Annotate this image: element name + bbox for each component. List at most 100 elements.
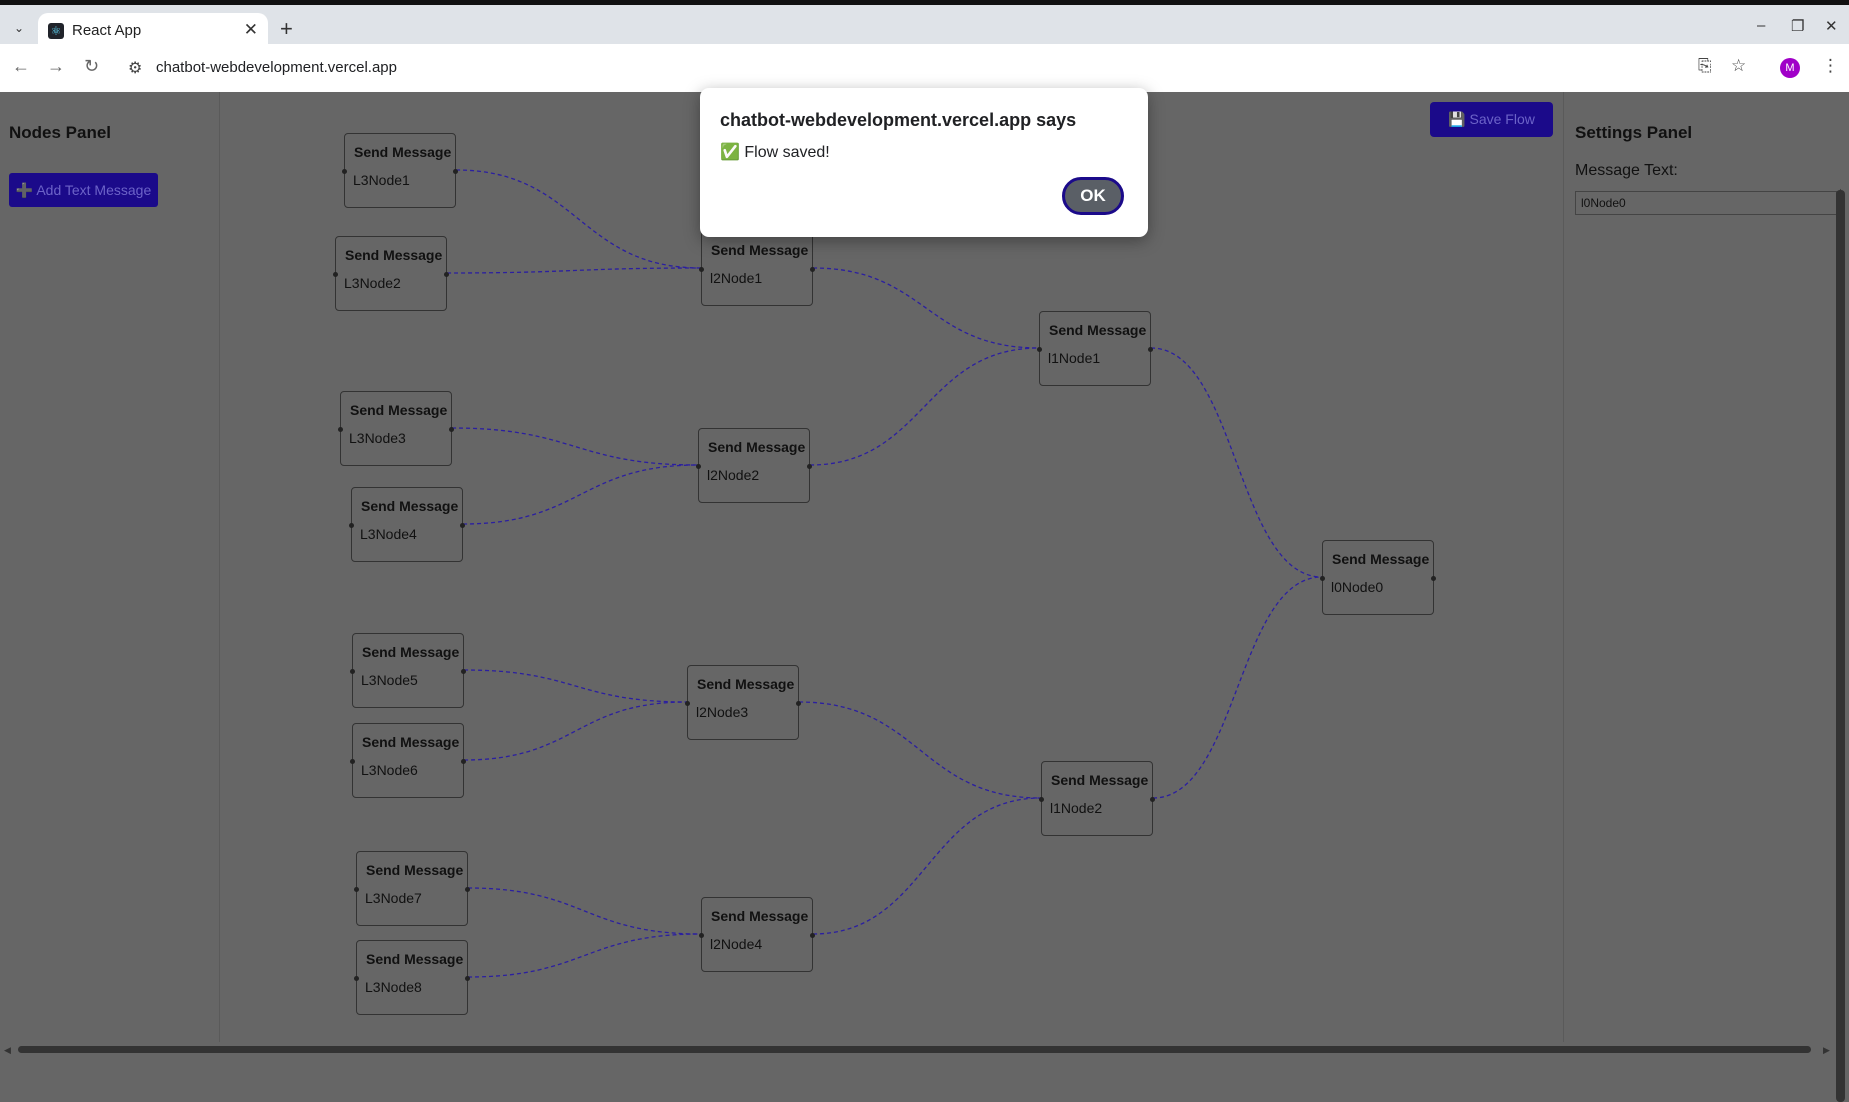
install-app-icon[interactable]: ⎘ (1698, 56, 1712, 76)
flow-node[interactable]: Send Message L3Node1 (342, 133, 458, 208)
target-handle[interactable] (350, 759, 355, 764)
minimize-icon[interactable]: – (1757, 17, 1765, 34)
node-text: l1Node1 (1048, 350, 1101, 366)
source-handle[interactable] (796, 701, 801, 706)
reload-icon[interactable]: ↻ (84, 56, 99, 77)
target-handle[interactable] (699, 933, 704, 938)
target-handle[interactable] (354, 976, 359, 981)
target-handle[interactable] (699, 267, 704, 272)
flow-edge (798, 701, 1042, 799)
node-text: l2Node3 (696, 704, 749, 720)
horizontal-scrollbar[interactable] (18, 1046, 1811, 1053)
flow-node[interactable]: Send Message l0Node0 (1320, 540, 1436, 615)
flow-node[interactable]: Send Message L3Node5 (350, 633, 466, 708)
source-handle[interactable] (461, 669, 466, 674)
scroll-up-arrow[interactable]: ▲ (1836, 186, 1845, 196)
flow-node[interactable]: Send Message L3Node7 (354, 851, 470, 926)
source-handle[interactable] (807, 464, 812, 469)
flow-node[interactable]: Send Message L3Node2 (333, 236, 449, 311)
source-handle[interactable] (465, 976, 470, 981)
node-text: L3Node4 (360, 526, 417, 542)
target-handle[interactable] (1037, 347, 1042, 352)
node-title: Send Message (366, 862, 464, 878)
flow-node[interactable]: Send Message l2Node3 (685, 665, 801, 740)
browser-menu-icon[interactable]: ⋮ (1822, 56, 1839, 76)
source-handle[interactable] (461, 759, 466, 764)
target-handle[interactable] (342, 169, 347, 174)
flow-edge (809, 347, 1040, 466)
flow-node[interactable]: Send Message l2Node2 (696, 428, 812, 503)
target-handle[interactable] (333, 272, 338, 277)
flow-edge (463, 669, 688, 703)
flow-node[interactable]: Send Message L3Node8 (354, 940, 470, 1015)
flow-edge (1150, 347, 1323, 578)
node-title: Send Message (1051, 772, 1149, 788)
node-text: l2Node4 (710, 936, 763, 952)
source-handle[interactable] (1431, 576, 1436, 581)
node-text: l2Node2 (707, 467, 760, 483)
source-handle[interactable] (810, 933, 815, 938)
target-handle[interactable] (354, 887, 359, 892)
tab-close-icon[interactable]: ✕ (244, 20, 258, 40)
node-text: L3Node5 (361, 672, 418, 688)
address-bar[interactable]: chatbot-webdevelopment.vercel.app (156, 59, 397, 76)
source-handle[interactable] (453, 169, 458, 174)
flow-node[interactable]: Send Message l2Node1 (699, 231, 815, 306)
node-title: Send Message (362, 644, 460, 660)
source-handle[interactable] (810, 267, 815, 272)
target-handle[interactable] (350, 669, 355, 674)
target-handle[interactable] (696, 464, 701, 469)
source-handle[interactable] (460, 523, 465, 528)
flow-node[interactable]: Send Message L3Node3 (338, 391, 454, 466)
profile-avatar[interactable]: M (1780, 58, 1800, 78)
scroll-left-arrow[interactable]: ◀ (4, 1045, 11, 1056)
back-icon[interactable]: ← (12, 56, 30, 77)
node-title: Send Message (708, 439, 806, 455)
source-handle[interactable] (449, 427, 454, 432)
node-title: Send Message (362, 734, 460, 750)
node-text: l2Node1 (710, 270, 763, 286)
flow-edge (467, 933, 702, 978)
node-title: Send Message (361, 498, 459, 514)
site-info-icon[interactable]: ⚙ (128, 58, 142, 78)
scroll-right-arrow[interactable]: ▶ (1823, 1045, 1830, 1056)
node-title: Send Message (354, 144, 452, 160)
node-text: L3Node1 (353, 172, 410, 188)
source-handle[interactable] (1148, 347, 1153, 352)
node-title: Send Message (711, 908, 809, 924)
flow-node[interactable]: Send Message l2Node4 (699, 897, 815, 972)
flow-node[interactable]: Send Message L3Node4 (349, 487, 465, 562)
flow-edge (467, 887, 702, 935)
alert-dialog: chatbot-webdevelopment.vercel.app says ✅… (700, 88, 1148, 237)
flow-node[interactable]: Send Message l1Node1 (1037, 311, 1153, 386)
restore-icon[interactable]: ❐ (1791, 17, 1804, 35)
dialog-ok-button[interactable]: OK (1062, 177, 1124, 215)
target-handle[interactable] (349, 523, 354, 528)
node-title: Send Message (711, 242, 809, 258)
react-favicon-icon: ⚛ (48, 23, 64, 39)
flow-edge (446, 267, 702, 274)
node-text: L3Node6 (361, 762, 418, 778)
source-handle[interactable] (444, 272, 449, 277)
vertical-scrollbar[interactable] (1836, 190, 1845, 1102)
source-handle[interactable] (465, 887, 470, 892)
dialog-title: chatbot-webdevelopment.vercel.app says (720, 110, 1077, 130)
flow-node[interactable]: Send Message L3Node6 (350, 723, 466, 798)
scroll-down-arrow[interactable]: ▼ (1836, 1026, 1845, 1036)
new-tab-button[interactable]: + (280, 16, 293, 42)
target-handle[interactable] (685, 701, 690, 706)
node-title: Send Message (697, 676, 795, 692)
node-text: L3Node7 (365, 890, 422, 906)
node-text: L3Node8 (365, 979, 422, 995)
window-close-icon[interactable]: ✕ (1825, 17, 1838, 35)
forward-icon[interactable]: → (47, 56, 65, 77)
bookmark-star-icon[interactable]: ☆ (1731, 56, 1746, 76)
target-handle[interactable] (1320, 576, 1325, 581)
target-handle[interactable] (1039, 797, 1044, 802)
target-handle[interactable] (338, 427, 343, 432)
tab-search-dropdown-icon[interactable]: ⌄ (8, 17, 30, 39)
flow-edge (455, 169, 702, 269)
flow-node[interactable]: Send Message l1Node2 (1039, 761, 1155, 836)
node-title: Send Message (345, 247, 443, 263)
source-handle[interactable] (1150, 797, 1155, 802)
